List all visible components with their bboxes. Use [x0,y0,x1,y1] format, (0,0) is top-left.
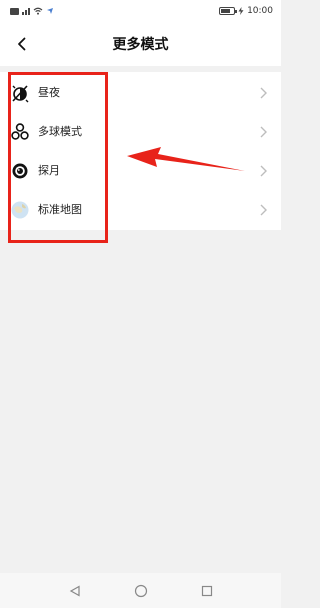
signal-icon [22,7,30,15]
header: 更多模式 [0,22,281,66]
square-recents-icon [201,585,212,596]
nav-home-button[interactable] [133,583,149,599]
sim-icon [10,7,19,15]
chevron-left-icon [18,37,26,51]
chevron-right-icon [260,87,267,99]
battery-icon [219,7,238,15]
status-right: 10:00 [219,6,273,16]
circle-home-icon [134,584,147,597]
chevron-right-icon [260,204,267,216]
status-time: 10:00 [247,6,273,16]
wifi-icon [33,7,43,15]
annotation-arrow [127,147,245,171]
charging-icon [238,7,244,15]
chevron-right-icon [260,165,267,177]
triangle-back-icon [69,584,80,597]
nav-back-button[interactable] [67,583,83,599]
back-button[interactable] [12,34,32,54]
status-bar: 10:00 [0,0,281,22]
status-left [10,7,54,15]
chevron-right-icon [260,126,267,138]
location-icon [47,8,53,14]
nav-recents-button[interactable] [199,583,215,599]
system-nav-bar [0,573,281,608]
annotation-highlight-box [8,72,108,243]
page-title: 更多模式 [112,37,169,53]
